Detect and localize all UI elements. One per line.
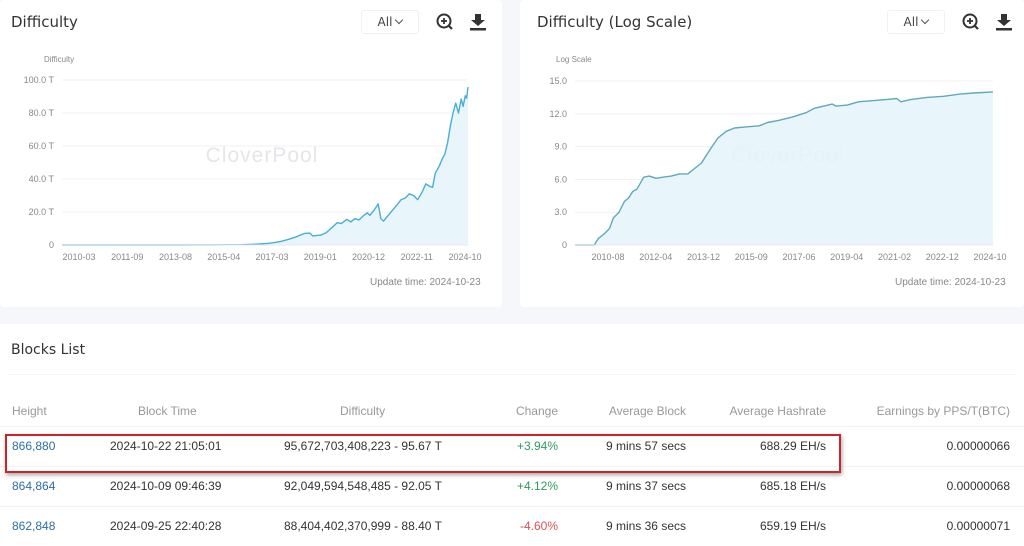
- y-tick-label: 40.0 T: [29, 174, 55, 184]
- block-difficulty: 95,672,703,408,223 - 95.67 T: [270, 425, 500, 466]
- y-tick-label: 0: [562, 240, 567, 250]
- x-tick-label: 2011-09: [111, 252, 143, 262]
- x-tick-label: 2017-03: [255, 252, 288, 262]
- earnings-pps: 0.00000068: [826, 465, 1024, 506]
- y-tick-label: 80.0 T: [29, 108, 55, 118]
- average-hashrate: 685.18 EH/s: [686, 465, 826, 506]
- y-tick-label: 60.0 T: [29, 141, 55, 151]
- column-header-average-block[interactable]: Average Block: [558, 396, 686, 426]
- x-tick-label: 2012-04: [639, 252, 672, 262]
- block-time: 2024-09-25 22:40:28: [100, 505, 270, 546]
- difficulty-change: -4.60%: [500, 505, 558, 546]
- y-tick-label: 6.0: [554, 174, 567, 184]
- x-tick-label: 2020-12: [352, 252, 385, 262]
- table-row[interactable]: 864,864 2024-10-09 09:46:39 92,049,594,548…: [0, 465, 1024, 506]
- y-tick-label: 0: [49, 240, 54, 250]
- y-tick-label: 12.0: [549, 109, 567, 119]
- x-tick-label: 2022-12: [926, 252, 959, 262]
- block-time: 2024-10-09 09:46:39: [100, 465, 270, 506]
- y-axis-title: Difficulty: [44, 55, 74, 64]
- column-header-average-hashrate[interactable]: Average Hashrate: [686, 396, 826, 426]
- y-axis-title: Log Scale: [556, 55, 592, 64]
- update-time: Update time: 2024-10-23: [370, 277, 481, 288]
- x-tick-label: 2010-03: [62, 252, 95, 262]
- blocks-table: Height Block Time Difficulty Change Aver…: [0, 396, 1024, 546]
- y-tick-label: 100.0 T: [24, 75, 55, 85]
- earnings-pps: 0.00000066: [826, 425, 1024, 466]
- y-tick-label: 15.0: [549, 76, 567, 86]
- x-tick-label: 2019-04: [830, 252, 863, 262]
- earnings-pps: 0.00000071: [826, 505, 1024, 546]
- x-tick-label: 2017-06: [782, 252, 815, 262]
- table-row[interactable]: 866,880 2024-10-22 21:05:01 95,672,703,408…: [0, 425, 1024, 466]
- average-hashrate: 688.29 EH/s: [686, 425, 826, 466]
- block-height-link[interactable]: 864,864: [0, 465, 100, 506]
- x-tick-label: 2024-10: [973, 252, 1006, 262]
- x-tick-label: 2015-09: [735, 252, 768, 262]
- blocks-list-title: Blocks List: [11, 342, 86, 358]
- y-tick-label: 20.0 T: [29, 207, 55, 217]
- column-header-height[interactable]: Height: [0, 396, 100, 426]
- series-area: [575, 91, 993, 246]
- difficulty-change: +4.12%: [500, 465, 558, 506]
- column-header-earnings[interactable]: Earnings by PPS/T(BTC): [826, 396, 1024, 426]
- table-row[interactable]: 862,848 2024-09-25 22:40:28 88,404,402,370…: [0, 505, 1024, 546]
- average-block-time: 9 mins 37 secs: [558, 465, 686, 506]
- update-time: Update time: 2024-10-23: [895, 277, 1006, 288]
- column-header-change[interactable]: Change: [500, 396, 558, 426]
- watermark-text: CloverPool: [206, 144, 319, 167]
- difficulty-chart-panel: Difficulty All 0 20.0 T 40.0 T 60.0 T 80.0 T…: [0, 0, 502, 307]
- y-tick-label: 9.0: [554, 142, 567, 152]
- average-hashrate: 659.19 EH/s: [686, 505, 826, 546]
- x-tick-label: 2015-04: [207, 252, 240, 262]
- block-height-link[interactable]: 862,848: [0, 505, 100, 546]
- difficulty-chart: 0 20.0 T 40.0 T 60.0 T 80.0 T 100.0 T Difficul…: [24, 55, 482, 262]
- blocks-list-panel: Blocks List Height Block Time Difficulty…: [0, 324, 1024, 546]
- x-tick-label: 2013-08: [159, 252, 192, 262]
- average-block-time: 9 mins 36 secs: [558, 505, 686, 546]
- block-difficulty: 92,049,594,548,485 - 92.05 T: [270, 465, 500, 506]
- x-tick-label: 2019-01: [304, 252, 337, 262]
- column-header-block-time[interactable]: Block Time: [100, 396, 270, 426]
- x-tick-label: 2010-08: [591, 252, 624, 262]
- difficulty-change: +3.94%: [500, 425, 558, 466]
- x-tick-label: 2021-02: [878, 252, 911, 262]
- y-tick-label: 3.0: [554, 207, 567, 217]
- block-difficulty: 88,404,402,370,999 - 88.40 T: [270, 505, 500, 546]
- block-time: 2024-10-22 21:05:01: [100, 425, 270, 466]
- x-tick-label: 2022-11: [401, 252, 433, 262]
- x-tick-label: 2013-12: [687, 252, 720, 262]
- difficulty-log-chart-panel: Difficulty (Log Scale) All 0 3.0 6.0 9.0 12.…: [520, 0, 1024, 307]
- table-header-row: Height Block Time Difficulty Change Aver…: [0, 396, 1024, 426]
- column-header-difficulty[interactable]: Difficulty: [270, 396, 500, 426]
- average-block-time: 9 mins 57 secs: [558, 425, 686, 466]
- divider: [8, 374, 1016, 375]
- x-tick-label: 2024-10: [448, 252, 481, 262]
- block-height-link[interactable]: 866,880: [0, 425, 100, 466]
- difficulty-log-chart: 0 3.0 6.0 9.0 12.0 15.0 Log Scale 2010-08 2012-0…: [549, 55, 1006, 262]
